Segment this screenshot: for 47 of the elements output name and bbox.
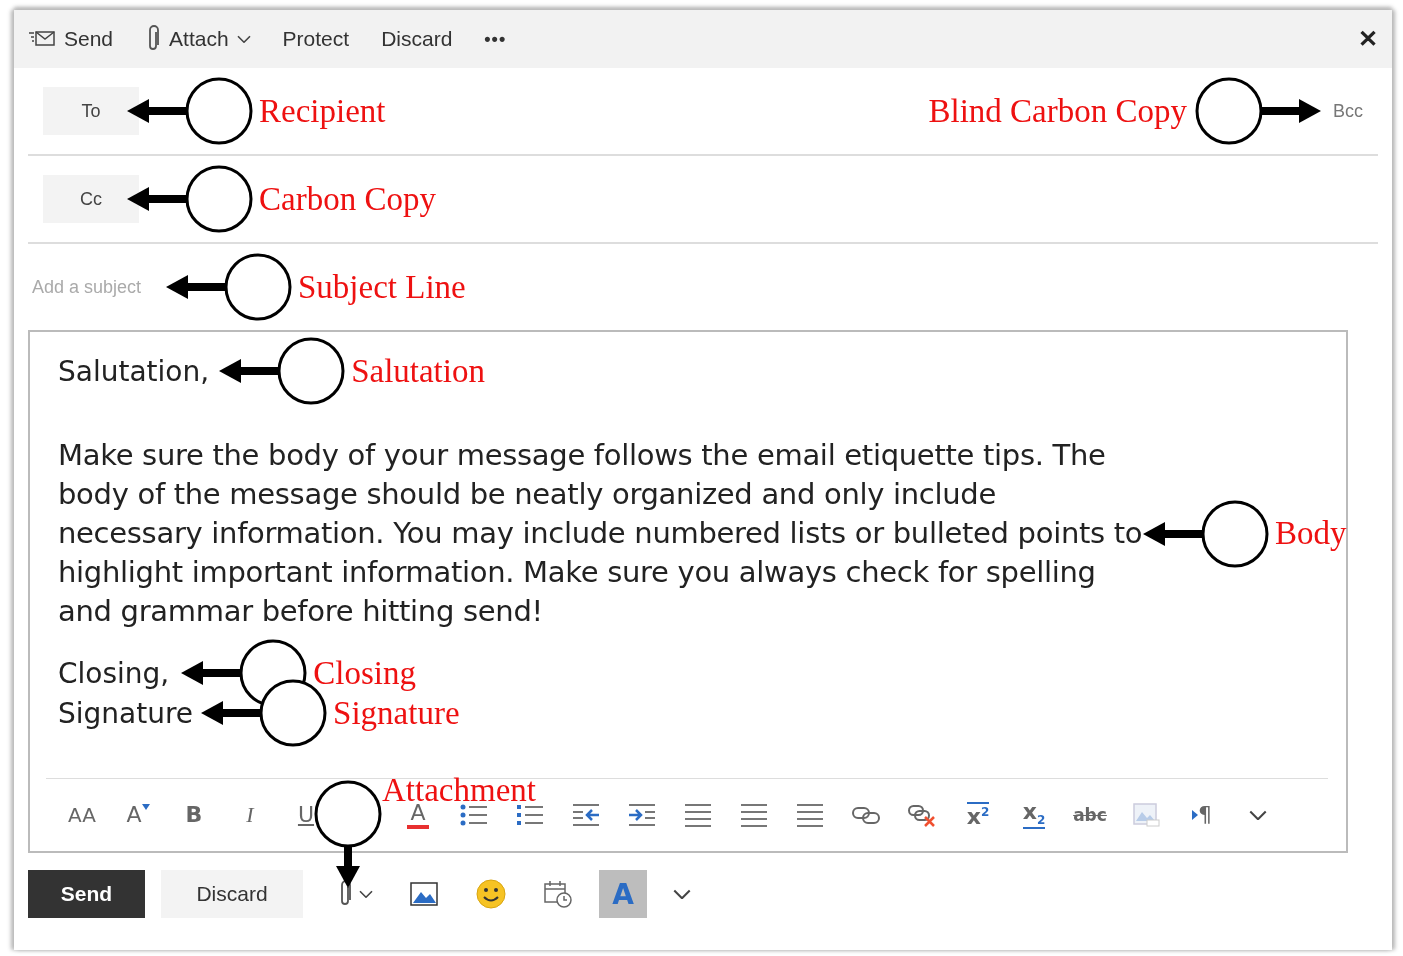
cc-button[interactable]: Cc	[43, 175, 139, 223]
align-right-icon	[795, 801, 825, 829]
strikethrough-button[interactable]: abc	[1062, 806, 1118, 824]
caret-icon	[141, 804, 150, 810]
annotation-label: Subject Line	[298, 268, 466, 306]
closing-text: Closing,	[58, 656, 170, 690]
caret-icon	[1192, 810, 1198, 820]
calendar-icon	[543, 879, 573, 909]
chevron-down-icon[interactable]	[673, 888, 691, 900]
chevron-down-icon[interactable]	[236, 34, 251, 44]
paragraph-direction-button[interactable]: ¶	[1174, 804, 1230, 826]
close-button[interactable]: ✕	[1358, 25, 1378, 53]
more-button[interactable]: •••	[484, 28, 507, 50]
bold-button[interactable]: B	[166, 804, 222, 826]
subscript-button[interactable]: x$_{2}$	[1006, 801, 1062, 829]
attach-button[interactable]: Attach	[145, 25, 251, 53]
annotation-label: Signature	[333, 694, 460, 732]
body-text: Make sure the body of your message follows the email etiquette tips. The body of the message should be neatly organized and only include necessary information. You may include numbered lists or bulleted points to highlight important information. Make sure you always check for spelling and grammar before hitting send!	[58, 437, 1143, 630]
to-button[interactable]: To	[43, 87, 139, 135]
toolbar-button[interactable]: Protect	[282, 27, 350, 51]
annotation-label: Body	[1275, 515, 1347, 552]
indent-icon	[627, 801, 657, 829]
salutation-text: Salutation,	[58, 354, 210, 388]
annotation-label: Carbon Copy	[259, 180, 436, 218]
signature-text: Signature	[58, 696, 194, 730]
send-button[interactable]: Send	[28, 870, 145, 918]
envelope-icon	[28, 30, 56, 48]
grow-font-button[interactable]: A	[110, 804, 166, 826]
send-button[interactable]: Send	[28, 27, 114, 51]
align-center-icon	[739, 801, 769, 829]
image-icon	[409, 880, 439, 908]
annotation-label: Blind Carbon Copy	[928, 92, 1187, 130]
bcc-button[interactable]: Bcc	[1321, 100, 1378, 122]
annotation-label: Closing	[313, 654, 416, 692]
toolbar-button[interactable]: Discard	[381, 27, 453, 51]
superscript-button[interactable]: x$^{2}$	[950, 801, 1006, 829]
italic-button[interactable]: I	[222, 804, 278, 826]
chevron-down-icon[interactable]	[359, 889, 373, 899]
annotation-label: Salutation	[351, 352, 485, 390]
align-left-icon	[683, 801, 713, 829]
discard-button[interactable]: Discard	[161, 870, 303, 918]
font-size-button[interactable]: AA	[54, 805, 110, 825]
annotation-label: Recipient	[259, 92, 386, 130]
smiley-icon	[475, 878, 507, 910]
image-icon	[1131, 801, 1161, 829]
outdent-icon	[571, 801, 601, 829]
chevron-down-icon[interactable]	[1249, 809, 1267, 821]
